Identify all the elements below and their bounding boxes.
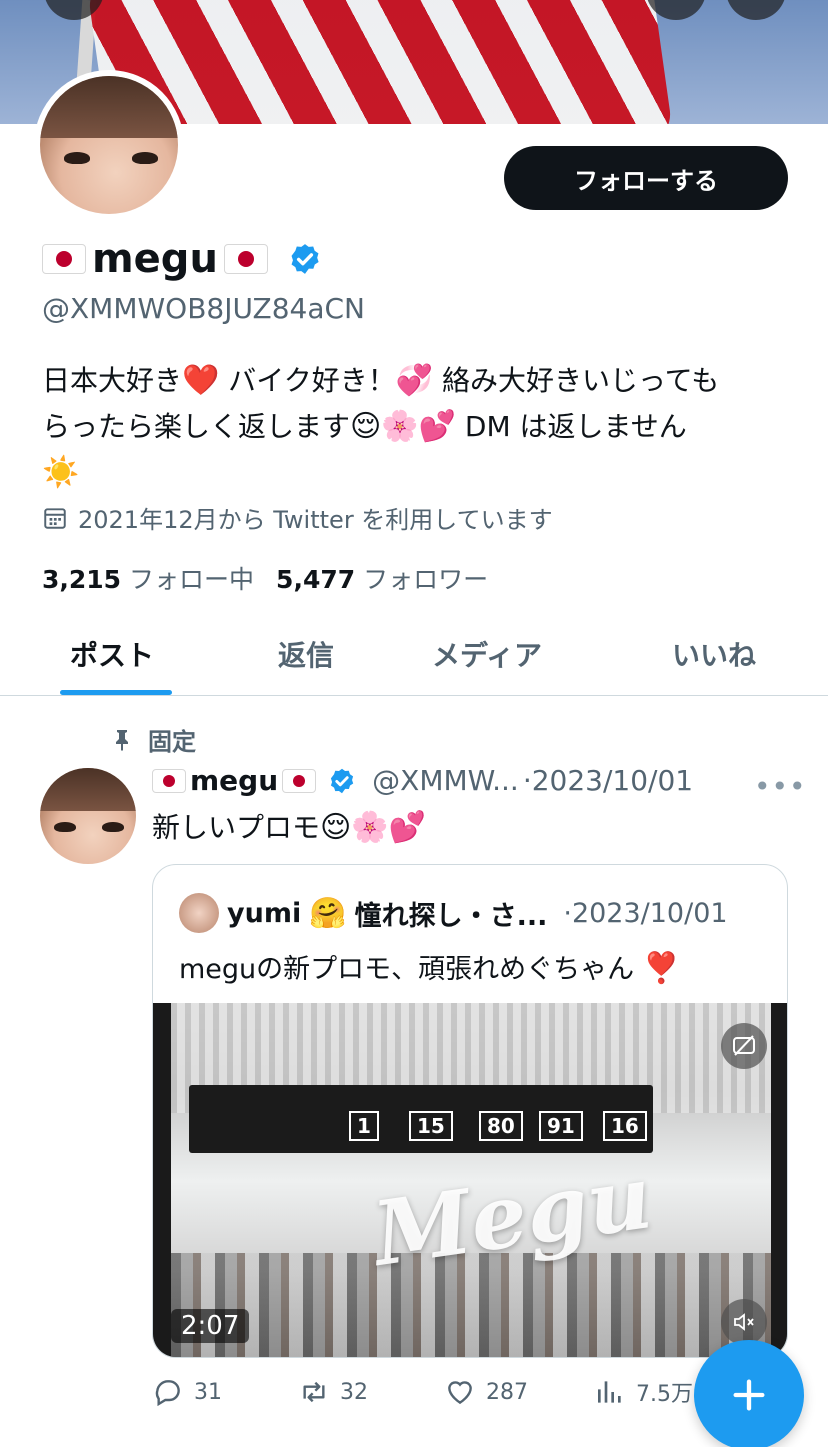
more-menu-button[interactable] [726, 0, 786, 20]
japan-flag-icon [152, 768, 186, 793]
video-player[interactable]: 1 15 80 91 16 Megu 2:07 [153, 1003, 787, 1357]
follow-button[interactable]: フォローする [504, 146, 788, 210]
views-button[interactable]: 7.5万 [594, 1376, 693, 1408]
profile-avatar[interactable] [34, 70, 184, 220]
quoted-author-avatar [179, 893, 219, 933]
quoted-author-name: yumi [227, 897, 302, 929]
compose-button[interactable] [694, 1340, 804, 1447]
captions-icon[interactable] [721, 1023, 767, 1069]
views-icon [598, 1381, 621, 1403]
pin-icon [116, 729, 128, 751]
tweet-header: megu @XMMW... ·2023/10/01 [152, 764, 693, 797]
active-tab-indicator [60, 690, 172, 695]
quoted-tweet-header: yumi 🤗 憧れ探し・さ... ·2023/10/01 [179, 893, 728, 933]
sun-emoji: ☀️ [42, 455, 80, 490]
avatar-photo [40, 76, 178, 214]
hearts-emoji: 💞 [395, 363, 434, 398]
japan-flag-icon [42, 244, 86, 274]
japan-flag-icon [223, 244, 268, 274]
tweet-handle: @XMMW... [372, 764, 519, 797]
tweet-actions: 31 32 287 7.5万 [152, 1376, 712, 1416]
quoted-tweet-text: meguの新プロモ、頑張れめぐちゃん ❣️ [179, 951, 681, 986]
follow-stats: 3,215 フォロー中 5,477 フォロワー [42, 560, 488, 596]
japan-flag-icon [282, 768, 317, 793]
blossom-emoji: 🌸 [381, 409, 419, 444]
calendar-icon [44, 507, 66, 529]
compose-icon [733, 1379, 765, 1411]
reply-icon [155, 1380, 180, 1407]
like-icon [448, 1381, 472, 1405]
tweet-date[interactable]: ·2023/10/01 [523, 764, 693, 797]
exclamation-heart-emoji: ❣️ [642, 951, 681, 986]
two-hearts-emoji: 💕 [418, 409, 457, 444]
tweet-author-avatar[interactable] [40, 768, 136, 864]
verified-badge-icon [331, 768, 354, 793]
tab-replies[interactable]: 返信 [278, 634, 334, 674]
relieved-face-emoji: 😌 [350, 409, 382, 444]
quoted-tweet-date: ·2023/10/01 [563, 897, 728, 929]
tab-media[interactable]: メディア [432, 634, 542, 674]
red-heart-emoji: ❤️ [182, 363, 220, 398]
tweet-author-name[interactable]: megu [190, 764, 278, 797]
hugging-face-emoji: 🤗 [309, 895, 347, 931]
repost-icon [303, 1381, 325, 1403]
verified-badge-icon[interactable] [288, 242, 322, 276]
video-duration: 2:07 [171, 1309, 250, 1343]
display-name: megu [92, 236, 218, 282]
reply-button[interactable]: 31 [152, 1376, 222, 1408]
more-icon[interactable]: ••• [754, 770, 807, 803]
profile-tabs: ポスト 返信 メディア いいね [0, 620, 828, 696]
like-button[interactable]: 287 [444, 1376, 528, 1408]
tab-likes[interactable]: いいね [672, 634, 756, 674]
tab-posts[interactable]: ポスト [70, 634, 154, 674]
pinned-indicator: 固定 [110, 722, 196, 757]
quoted-tweet-card[interactable]: yumi 🤗 憧れ探し・さ... ·2023/10/01 meguの新プロモ、頑… [152, 864, 788, 1358]
profile-bio: 日本大好き❤️ バイク好き！💞 絡み大好きいじっても らったら楽しく返します😌🌸… [42, 358, 792, 496]
mute-icon[interactable] [721, 1299, 767, 1345]
joined-date: 2021年12月から Twitter を利用しています [42, 500, 553, 535]
profile-handle: @XMMWOB8JUZ84aCN [42, 292, 365, 325]
repost-button[interactable]: 32 [298, 1376, 368, 1408]
tweet-text: 新しいプロモ😌🌸💕 [152, 810, 427, 845]
followers-link[interactable]: 5,477 フォロワー [276, 565, 488, 594]
airport-sign: 1 15 80 91 16 [189, 1085, 653, 1153]
following-link[interactable]: 3,215 フォロー中 [42, 565, 254, 594]
display-name-row: megu [42, 236, 322, 282]
